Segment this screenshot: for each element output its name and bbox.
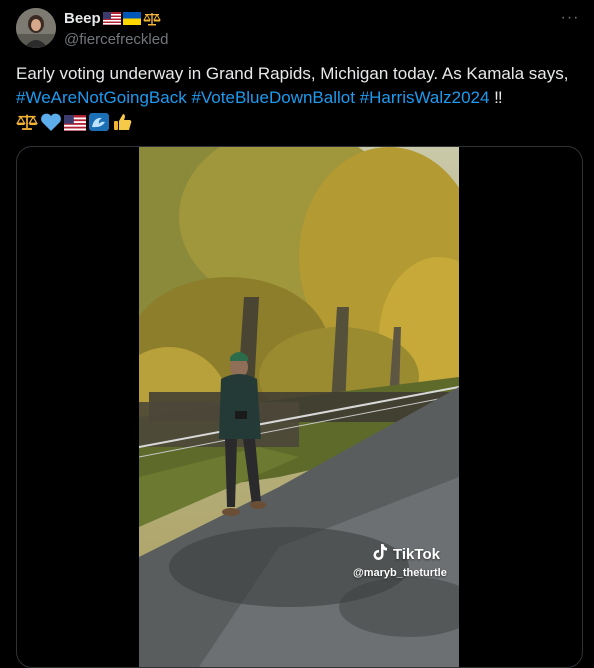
scales-emoji (16, 112, 38, 132)
tweet-body: Early voting underway in Grand Rapids, M… (16, 64, 569, 83)
tweet-punctuation: ‼ (489, 88, 503, 107)
tweet-text: Early voting underway in Grand Rapids, M… (16, 62, 584, 132)
us-flag-emoji (102, 12, 121, 25)
hashtag-link[interactable]: #HarrisWalz2024 (360, 88, 490, 107)
wave-emoji (88, 112, 110, 132)
video-still (139, 147, 459, 667)
scales-emoji (142, 12, 161, 26)
tiktok-icon (373, 543, 389, 565)
us-flag-emoji (64, 114, 86, 131)
video-frame[interactable]: TikTok @maryb_theturtle (139, 147, 459, 667)
ukraine-flag-emoji (122, 12, 141, 25)
emoji-row (16, 112, 584, 132)
hashtag-link[interactable]: #WeAreNotGoingBack (16, 88, 187, 107)
more-options-icon[interactable]: ··· (560, 8, 580, 28)
thumbs-up-emoji (112, 112, 134, 132)
tiktok-brand: TikTok (393, 545, 440, 563)
display-name[interactable]: Beep (64, 10, 101, 27)
tiktok-handle: @maryb_theturtle (353, 567, 447, 579)
video-player[interactable]: TikTok @maryb_theturtle (16, 146, 583, 668)
hashtag-link[interactable]: #VoteBlueDownBallot (191, 88, 355, 107)
author-handle[interactable]: @fiercefreckled (64, 31, 168, 48)
blue-heart-emoji (40, 112, 62, 132)
avatar[interactable] (16, 8, 56, 48)
author-name[interactable]: Beep (64, 10, 161, 27)
tiktok-watermark: TikTok (373, 543, 440, 565)
